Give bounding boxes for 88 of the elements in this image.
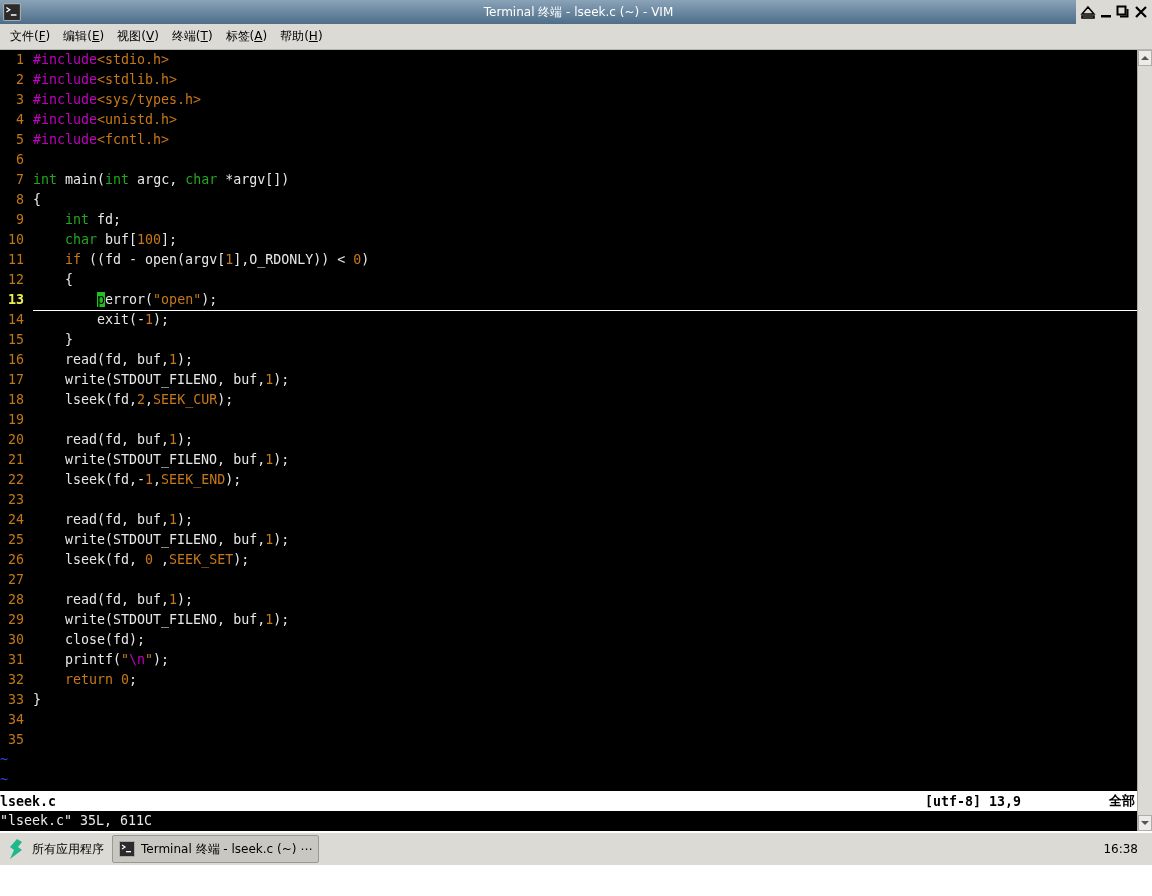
line-number: 21	[7, 451, 24, 469]
code-line: }	[33, 691, 42, 709]
menu-item[interactable]: 视图(V)	[111, 28, 165, 45]
scroll-up-icon[interactable]	[1138, 50, 1152, 66]
code-line: #include<fcntl.h>	[33, 131, 171, 149]
code-line: {	[64, 271, 75, 289]
scrollbar[interactable]	[1137, 50, 1152, 831]
menu-item[interactable]: 编辑(E)	[57, 28, 111, 45]
line-number: 19	[7, 411, 24, 429]
close-icon[interactable]	[1134, 4, 1148, 20]
line-number: 8	[15, 191, 24, 209]
code-line: lseek(fd, 0 ,SEEK_SET);	[64, 551, 251, 570]
line-number: 24	[7, 511, 24, 529]
line-number: 1	[15, 51, 24, 69]
line-number: 26	[7, 551, 24, 569]
code-line: perror("open");	[33, 290, 1137, 311]
line-number: 4	[15, 111, 24, 129]
menu-item[interactable]: 帮助(H)	[274, 28, 329, 45]
code-line: read(fd, buf,1);	[64, 351, 195, 369]
menu-item[interactable]: 标签(A)	[219, 28, 274, 45]
code-line: #include<stdio.h>	[33, 51, 171, 69]
line-number: 20	[7, 431, 24, 449]
line-number: 23	[7, 491, 24, 509]
menu-item[interactable]: 终端(T)	[165, 28, 219, 45]
menu-item[interactable]: 文件(F)	[4, 28, 57, 45]
taskbar-window-button[interactable]: Terminal 终端 - lseek.c (~) ⋯	[112, 835, 320, 863]
line-number: 2	[15, 71, 24, 89]
line-number: 18	[7, 391, 24, 409]
terminal-icon	[119, 841, 135, 857]
line-number: 11	[7, 251, 24, 269]
line-number: 33	[7, 691, 24, 709]
status-scroll-position: 全部	[1109, 792, 1135, 810]
code-line: read(fd, buf,1);	[64, 511, 195, 529]
clock: 16:38	[1103, 842, 1138, 856]
maximize-icon[interactable]	[1116, 4, 1130, 20]
code-line: #include<sys/types.h>	[33, 91, 203, 109]
line-number: 9	[15, 211, 24, 229]
line-number: 6	[15, 151, 24, 169]
code-line: lseek(fd,2,SEEK_CUR);	[64, 391, 235, 410]
line-number: 22	[7, 471, 24, 489]
line-number: 25	[7, 531, 24, 549]
code-line: close(fd);	[64, 631, 147, 649]
status-position: [utf-8] 13,9	[925, 793, 1022, 809]
empty-line-marker: ~	[0, 772, 8, 787]
line-number: 5	[15, 131, 24, 149]
code-line: int main(int argc, char *argv[])	[33, 171, 291, 189]
code-line: #include<stdlib.h>	[33, 71, 179, 89]
code-line: write(STDOUT_FILENO, buf,1);	[64, 611, 291, 630]
code-line: char buf[100];	[64, 231, 179, 249]
line-number: 29	[7, 611, 24, 629]
code-line: int fd;	[64, 211, 123, 229]
line-number: 32	[7, 671, 24, 689]
status-file-name: lseek.c	[0, 793, 57, 809]
line-number: 12	[7, 271, 24, 289]
eject-icon[interactable]	[1080, 4, 1096, 20]
line-number: 31	[7, 651, 24, 669]
line-number: 16	[7, 351, 24, 369]
line-number: 30	[7, 631, 24, 649]
line-number: 17	[7, 371, 24, 389]
code-line: lseek(fd,-1,SEEK_END);	[64, 471, 243, 490]
code-line: read(fd, buf,1);	[64, 591, 195, 609]
line-number: 14	[7, 311, 24, 329]
scroll-down-icon[interactable]	[1138, 815, 1152, 831]
line-number: 28	[7, 591, 24, 609]
empty-line-marker: ~	[0, 752, 8, 767]
line-number: 3	[15, 91, 24, 109]
line-number: 10	[7, 231, 24, 249]
line-number: 27	[7, 571, 24, 589]
code-line: printf("\n");	[64, 651, 171, 669]
line-number: 13	[7, 291, 24, 309]
command-message: "lseek.c" 35L, 611C	[0, 813, 153, 828]
code-line: write(STDOUT_FILENO, buf,1);	[64, 451, 291, 470]
code-line: write(STDOUT_FILENO, buf,1);	[64, 531, 291, 550]
code-line: if ((fd - open(argv[1],O_RDONLY)) < 0)	[64, 251, 371, 270]
start-button[interactable]: 所有应用程序	[0, 835, 112, 863]
line-number: 34	[7, 711, 24, 729]
window-title: Terminal 终端 - lseek.c (~) - VIM	[482, 3, 675, 21]
code-line: read(fd, buf,1);	[64, 431, 195, 449]
code-line: return 0;	[64, 671, 139, 689]
code-line: exit(-1);	[96, 311, 171, 329]
code-line: #include<unistd.h>	[33, 111, 179, 129]
code-line: {	[33, 191, 42, 209]
line-number: 7	[15, 171, 24, 189]
terminal-icon	[3, 3, 21, 21]
line-number: 35	[7, 731, 24, 749]
code-line: }	[64, 331, 75, 349]
code-line: write(STDOUT_FILENO, buf,1);	[64, 371, 291, 390]
line-number: 15	[7, 331, 24, 349]
